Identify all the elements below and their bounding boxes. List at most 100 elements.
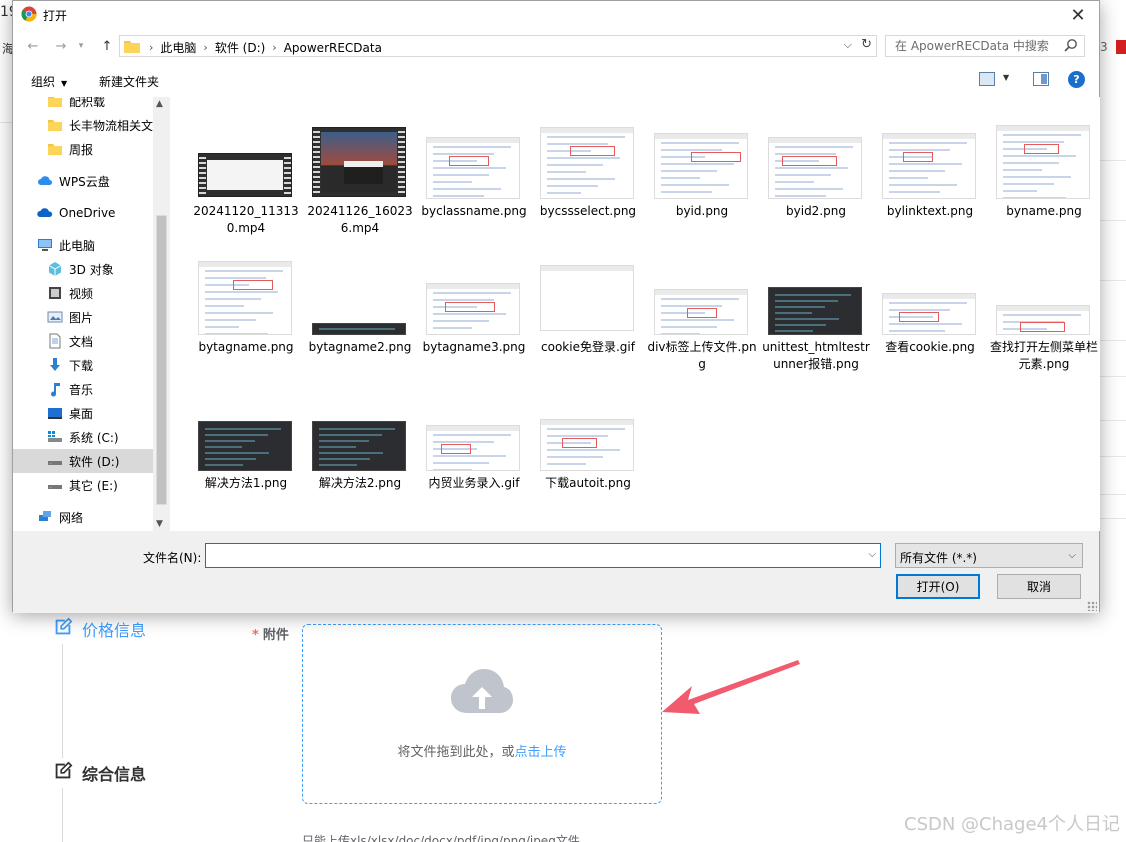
file-thumbnail <box>312 127 406 197</box>
chevron-down-icon[interactable]: ⌵ <box>844 38 852 52</box>
nav-item[interactable]: 长丰物流相关文件 <box>13 113 153 137</box>
upload-tip: 只能上传xls/xlsx/doc/docx/pdf/jpg/png/jpeg文件 <box>302 834 580 842</box>
navigation-bar: ← → ▾ ↑ › 此电脑 › 软件 (D:) › ApowerRECData … <box>13 31 1099 61</box>
section-general-info[interactable]: 综合信息 <box>52 758 146 788</box>
file-item[interactable]: byclassname.png <box>418 125 530 257</box>
nav-item[interactable]: 3D 对象 <box>13 257 153 281</box>
file-item[interactable]: bylinktext.png <box>874 125 986 257</box>
scroll-up-icon[interactable]: ▲ <box>156 99 163 109</box>
up-arrow-icon[interactable]: ↑ <box>97 36 117 56</box>
chevron-down-icon: ⌵ <box>1068 550 1076 561</box>
file-item[interactable]: unittest_htmltestrunner报错.png <box>760 261 872 393</box>
file-item[interactable]: 解决方法2.png <box>304 397 416 529</box>
onedrive-icon <box>37 205 53 221</box>
pdf-icon <box>1116 40 1126 54</box>
nav-item[interactable]: 网络 <box>13 505 153 529</box>
divider <box>1100 160 1126 161</box>
nav-item-label: 此电脑 <box>59 238 96 253</box>
file-thumbnail <box>426 137 520 199</box>
view-options-icon[interactable] <box>979 72 995 86</box>
file-thumbnail <box>198 153 292 197</box>
nav-item[interactable]: OneDrive <box>13 201 153 225</box>
nav-item-label: 图片 <box>69 310 94 325</box>
file-item[interactable]: 查看cookie.png <box>874 261 986 393</box>
preview-pane-icon[interactable] <box>1033 72 1049 86</box>
file-item[interactable]: 解决方法1.png <box>190 397 302 529</box>
dialog-titlebar[interactable]: 打开 ✕ <box>13 1 1099 29</box>
search-field[interactable] <box>885 35 1085 57</box>
divider <box>1100 494 1126 495</box>
recent-locations-icon[interactable]: ▾ <box>71 36 91 56</box>
upload-dropzone[interactable]: 将文件拖到此处，或点击上传 <box>302 624 662 804</box>
help-icon[interactable]: ? <box>1068 71 1085 88</box>
divider <box>0 122 12 123</box>
watermark: CSDN @Chage4个人日记 <box>904 814 1120 835</box>
file-item[interactable]: 内贸业务录入.gif <box>418 397 530 529</box>
file-item[interactable]: 下载autoit.png <box>532 397 644 529</box>
right-edge-fragment: 3 <box>1098 38 1126 58</box>
close-button[interactable]: ✕ <box>1063 2 1093 28</box>
file-item[interactable]: byid.png <box>646 125 758 257</box>
filetype-select[interactable]: 所有文件 (*.*) ⌵ <box>895 543 1083 568</box>
nav-item-label: 系统 (C:) <box>69 430 119 445</box>
divider <box>1100 456 1126 457</box>
address-bar[interactable]: › 此电脑 › 软件 (D:) › ApowerRECData ⌵ ↻ <box>119 35 877 57</box>
nav-item[interactable]: 图片 <box>13 305 153 329</box>
file-thumbnail <box>882 133 976 199</box>
nav-item[interactable]: WPS云盘 <box>13 169 153 193</box>
file-item[interactable]: bytagname3.png <box>418 261 530 393</box>
filename-combobox[interactable]: ⌵ <box>205 543 881 568</box>
navigation-scrollbar[interactable]: ▲ ▼ <box>153 97 170 531</box>
file-item[interactable]: div标签上传文件.png <box>646 261 758 393</box>
nav-item[interactable]: 桌面 <box>13 401 153 425</box>
nav-item[interactable]: 系统 (C:) <box>13 425 153 449</box>
nav-item[interactable]: 视频 <box>13 281 153 305</box>
attachment-label: * 附件 <box>252 624 289 643</box>
click-upload-link[interactable]: 点击上传 <box>515 745 567 760</box>
file-thumbnail <box>540 419 634 471</box>
nav-item[interactable]: 其它 (E:) <box>13 473 153 497</box>
forward-arrow-icon[interactable]: → <box>51 36 71 56</box>
file-item[interactable]: bycssselect.png <box>532 125 644 257</box>
upload-drop-text: 将文件拖到此处，或 <box>397 745 515 760</box>
file-item[interactable]: byid2.png <box>760 125 872 257</box>
nav-item[interactable]: 下载 <box>13 353 153 377</box>
new-folder-button[interactable]: 新建文件夹 <box>99 73 159 90</box>
section-price-info[interactable]: 价格信息 <box>52 614 146 644</box>
back-arrow-icon[interactable]: ← <box>23 36 43 56</box>
filename-label: 文件名(N): <box>143 551 202 565</box>
chevron-down-icon[interactable]: ⌵ <box>868 549 876 560</box>
resize-grip-icon[interactable] <box>1087 601 1097 611</box>
file-item[interactable]: 20241120_113130.mp4 <box>190 125 302 257</box>
file-item[interactable]: 20241126_160236.mp4 <box>304 125 416 257</box>
nav-item[interactable]: 文档 <box>13 329 153 353</box>
nav-item[interactable]: 软件 (D:) <box>13 449 153 473</box>
file-name: div标签上传文件.png <box>647 340 757 371</box>
nav-item[interactable]: 此电脑 <box>13 233 153 257</box>
refresh-icon[interactable]: ↻ <box>861 37 872 52</box>
scrollbar-thumb[interactable] <box>156 215 167 505</box>
file-thumbnail <box>312 421 406 471</box>
close-icon: ✕ <box>1070 4 1086 26</box>
breadcrumb-item[interactable]: ApowerRECData <box>284 41 382 55</box>
breadcrumb-item[interactable]: 软件 (D:) <box>215 39 265 56</box>
filename-input[interactable] <box>206 544 856 567</box>
nav-item[interactable]: 周报 <box>13 137 153 161</box>
nav-item[interactable]: 音乐 <box>13 377 153 401</box>
open-button[interactable]: 打开(O) <box>896 574 980 599</box>
file-thumbnail <box>768 287 862 335</box>
nav-item-label: 音乐 <box>69 382 94 397</box>
search-input[interactable] <box>886 36 1062 56</box>
caret-down-icon[interactable]: ▼ <box>1003 73 1009 82</box>
organize-menu-button[interactable]: 组织 ▼ <box>31 73 67 90</box>
cancel-button[interactable]: 取消 <box>997 574 1081 599</box>
file-item[interactable]: 查找打开左侧菜单栏元素.png <box>988 261 1100 393</box>
breadcrumb-item[interactable]: 此电脑 <box>160 39 196 56</box>
file-name: 解决方法2.png <box>318 476 402 490</box>
scroll-down-icon[interactable]: ▼ <box>156 519 163 529</box>
file-item[interactable]: bytagname.png <box>190 261 302 393</box>
file-item[interactable]: byname.png <box>988 125 1100 257</box>
file-item[interactable]: bytagname2.png <box>304 261 416 393</box>
nav-item[interactable]: 配积载 <box>13 97 153 113</box>
file-item[interactable]: cookie免登录.gif <box>532 261 644 393</box>
